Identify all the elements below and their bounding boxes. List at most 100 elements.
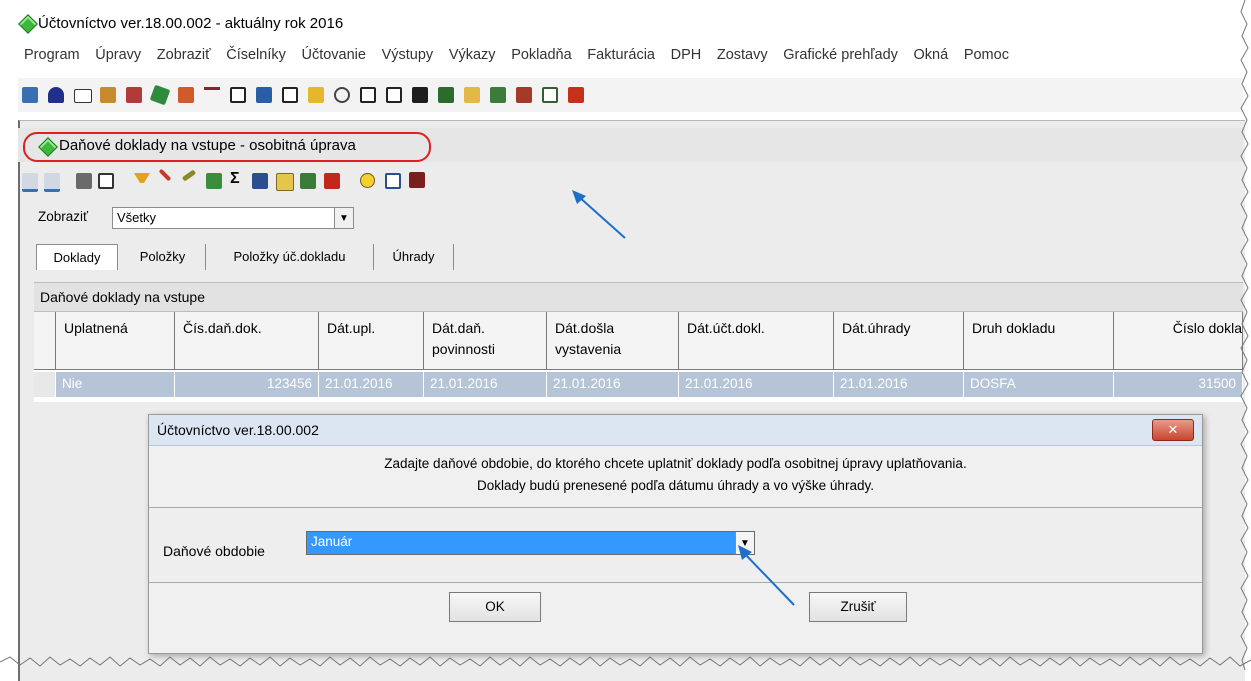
child-window-titlebar: Daňové doklady na vstupe - osobitná úpra… [18, 128, 1243, 162]
book-icon[interactable] [22, 87, 38, 103]
cancel-button[interactable]: Zrušiť [809, 592, 907, 622]
delete-icon[interactable] [409, 172, 425, 188]
app-title: Účtovníctvo ver.18.00.002 - aktuálny rok… [38, 15, 344, 32]
column-header[interactable]: Dát.účt.dokl. [679, 312, 834, 370]
picture-icon[interactable] [308, 87, 324, 103]
table-icon[interactable] [282, 87, 298, 103]
dialog-message-line1: Zadajte daňové obdobie, do ktorého chcet… [384, 456, 967, 471]
ok-button[interactable]: OK [449, 592, 541, 622]
apply-icon[interactable] [385, 173, 401, 189]
close-icon[interactable]: ✕ [1152, 419, 1194, 441]
edit-icon[interactable] [542, 87, 558, 103]
mail-icon[interactable] [74, 89, 92, 103]
menu-okna[interactable]: Okná [914, 47, 949, 63]
table-cell[interactable]: 31500 [1114, 372, 1243, 397]
report-icon[interactable] [126, 87, 142, 103]
dialog-panel: Daňové obdobie Január ▼ [149, 507, 1202, 583]
menu-uctovanie[interactable]: Účtovanie [301, 47, 365, 63]
menu-upravy[interactable]: Úpravy [95, 47, 141, 63]
window-icon[interactable] [412, 87, 428, 103]
windows-icon[interactable] [324, 173, 340, 189]
menu-program[interactable]: Program [24, 47, 80, 63]
child-window-title: Daňové doklady na vstupe - osobitná úpra… [59, 137, 356, 154]
menu-zostavy[interactable]: Zostavy [717, 47, 768, 63]
table-cell[interactable]: 123456 [175, 372, 319, 397]
grid-caption: Daňové doklady na vstupe [34, 282, 1243, 312]
column-header[interactable]: Dát.došla vystavenia [547, 312, 679, 370]
pick-icon[interactable] [181, 169, 197, 182]
table-cell[interactable]: 21.01.2016 [319, 372, 424, 397]
lock-icon[interactable] [48, 87, 64, 103]
tab-polozky[interactable]: Položky [120, 244, 206, 270]
tab-polozky-uc-dokladu[interactable]: Položky úč.dokladu [206, 244, 374, 270]
app-titlebar: Účtovníctvo ver.18.00.002 - aktuálny rok… [18, 8, 1240, 38]
filter-row: Zobraziť Všetky ▼ [20, 202, 370, 232]
grid-icon[interactable] [360, 87, 376, 103]
data-grid: Uplatnená Čís.daň.dok. Dát.upl. Dát.daň.… [34, 312, 1243, 402]
column-header[interactable]: Dát.daň. povinnosti [424, 312, 547, 370]
column-header[interactable]: Uplatnená [56, 312, 175, 370]
menu-zobrazit[interactable]: Zobraziť [157, 47, 211, 63]
table-cell[interactable]: 21.01.2016 [679, 372, 834, 397]
list-icon[interactable] [386, 87, 402, 103]
prev-icon[interactable] [22, 173, 38, 192]
period-dialog: Účtovníctvo ver.18.00.002 ✕ Zadajte daňo… [148, 414, 1203, 654]
dialog-message: Zadajte daňové obdobie, do ktorého chcet… [149, 453, 1202, 497]
bars-icon[interactable] [490, 87, 506, 103]
column-header[interactable]: Čís.daň.dok. [175, 312, 319, 370]
export-icon[interactable] [252, 173, 268, 189]
sum-icon[interactable]: Σ [230, 170, 240, 188]
period-label: Daňové obdobie [163, 543, 265, 559]
filter-label: Zobraziť [38, 209, 89, 224]
column-header[interactable]: Druh dokladu [964, 312, 1114, 370]
bars2-icon[interactable] [516, 87, 532, 103]
filter-value: Všetky [117, 210, 157, 225]
torn-edge-bottom [0, 656, 1251, 667]
period-value: Január [311, 534, 353, 549]
pencil-icon[interactable] [149, 84, 171, 106]
menu-pokladna[interactable]: Pokladňa [511, 47, 571, 63]
table-cell[interactable]: 21.01.2016 [547, 372, 679, 397]
tools-icon[interactable] [178, 87, 194, 103]
copy-icon[interactable] [206, 173, 222, 189]
annotation-arrow-toolbar [572, 190, 626, 239]
chevron-down-icon[interactable]: ▼ [334, 208, 353, 228]
next-icon[interactable] [44, 173, 60, 192]
columns-icon[interactable] [230, 87, 246, 103]
preview-icon[interactable] [98, 173, 114, 189]
menu-dph[interactable]: DPH [671, 47, 702, 63]
antenna-icon[interactable] [204, 87, 220, 106]
tab-doklady[interactable]: Doklady [36, 244, 118, 270]
table-cell[interactable]: DOSFA [964, 372, 1114, 397]
folder-key-icon[interactable] [464, 87, 480, 103]
filter-off-icon[interactable] [158, 168, 172, 182]
chart-icon[interactable] [256, 87, 272, 103]
calendar-icon[interactable] [276, 173, 294, 191]
calculator-icon[interactable] [438, 87, 454, 103]
dialog-message-line2: Doklady budú prenesené podľa dátumu úhra… [477, 478, 874, 493]
menu-pomoc[interactable]: Pomoc [964, 47, 1009, 63]
table-cell[interactable]: 21.01.2016 [834, 372, 964, 397]
period-select[interactable]: Január ▼ [306, 531, 755, 555]
print-icon[interactable] [76, 173, 92, 189]
menu-vystupy[interactable]: Výstupy [382, 47, 434, 63]
filter-icon[interactable] [134, 173, 150, 183]
menu-fakturacia[interactable]: Fakturácia [587, 47, 655, 63]
table-cell[interactable]: Nie [56, 372, 175, 397]
menu-ciselniky[interactable]: Číselníky [226, 47, 286, 63]
column-header[interactable]: Dát.úhrady [834, 312, 964, 370]
link-icon[interactable] [334, 87, 350, 103]
menu-vykazy[interactable]: Výkazy [449, 47, 496, 63]
row-indicator[interactable] [34, 372, 56, 397]
column-header[interactable]: Číslo dokla [1114, 312, 1243, 370]
columns-icon[interactable] [300, 173, 316, 189]
column-header[interactable]: Dát.upl. [319, 312, 424, 370]
tab-uhrady[interactable]: Úhrady [374, 244, 454, 270]
filter-select[interactable]: Všetky ▼ [112, 207, 354, 229]
menu-graficke-prehlady[interactable]: Grafické prehľady [783, 47, 898, 63]
cascade-icon[interactable] [568, 87, 584, 103]
dialog-title: Účtovníctvo ver.18.00.002 [157, 422, 319, 438]
table-cell[interactable]: 21.01.2016 [424, 372, 547, 397]
info-icon[interactable] [360, 173, 375, 188]
building-icon[interactable] [100, 87, 116, 103]
